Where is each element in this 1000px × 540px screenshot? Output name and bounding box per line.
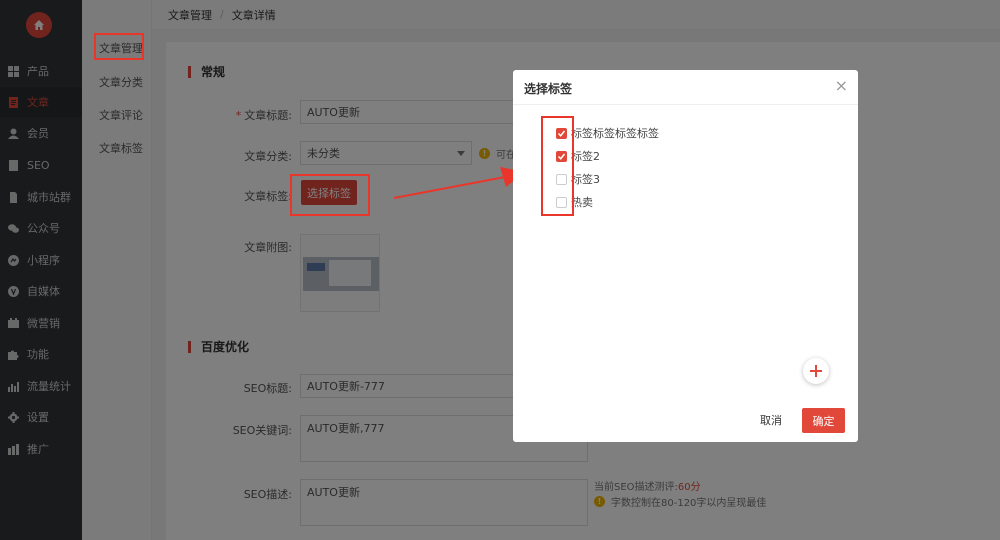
close-icon[interactable]: × bbox=[835, 78, 848, 94]
confirm-button[interactable]: 确定 bbox=[802, 408, 845, 433]
dialog-divider bbox=[513, 104, 858, 105]
tag-option-label: 热卖 bbox=[571, 196, 593, 209]
tag-option-label: 标签标签标签标签 bbox=[571, 127, 659, 140]
plus-icon bbox=[810, 365, 822, 377]
dialog-title: 选择标签 bbox=[524, 82, 573, 96]
add-tag-button[interactable] bbox=[803, 358, 829, 384]
tag-option-label: 标签2 bbox=[571, 150, 600, 163]
cancel-button[interactable]: 取消 bbox=[751, 408, 791, 432]
tag-option-label: 标签3 bbox=[571, 173, 600, 186]
annotation-box-checkboxes bbox=[541, 116, 574, 216]
